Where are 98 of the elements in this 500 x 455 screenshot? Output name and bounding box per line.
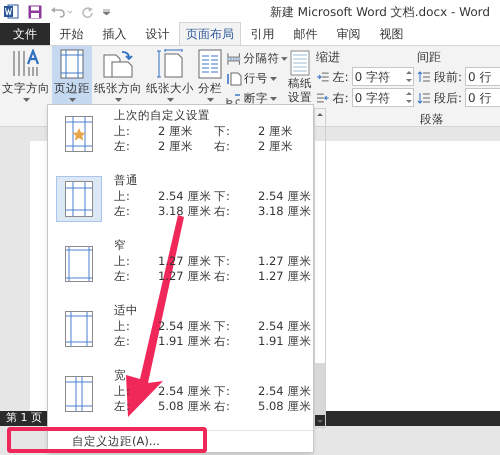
margin-value: 1.91 厘米 <box>158 334 212 350</box>
margin-label: 左: <box>114 139 131 154</box>
scroll-thumb[interactable] <box>315 363 325 415</box>
indent-heading: 缩进 <box>316 49 341 66</box>
caret-icon <box>281 57 288 61</box>
margin-label: 上: <box>114 124 131 139</box>
margin-value: 1.27 厘米 <box>258 269 312 284</box>
spacing-heading: 间距 <box>417 49 442 66</box>
spinner-field[interactable]: 0 行 <box>465 88 500 107</box>
spacing-after-icon <box>417 92 431 104</box>
margin-value: 5.08 厘米 <box>158 399 212 414</box>
margin-label: 上: <box>114 318 131 334</box>
customize-toolbar-icon[interactable] <box>103 8 110 14</box>
indent-left-icon <box>316 70 330 82</box>
margin-label: 下: <box>214 384 231 399</box>
margin-value: 2 厘米 <box>158 139 194 154</box>
preset-name: 窄 <box>114 238 127 254</box>
manuscript-paper-icon <box>290 50 310 76</box>
margin-label: 上: <box>114 254 131 269</box>
margin-value: 2.54 厘米 <box>258 188 312 204</box>
undo-icon[interactable] <box>51 6 73 18</box>
spinner-field[interactable]: 0 行 <box>465 67 500 86</box>
indent-right-icon <box>316 92 330 104</box>
margin-value: 2 厘米 <box>158 124 194 139</box>
page-margins-icon <box>60 49 84 79</box>
preset-name: 普通 <box>114 173 139 188</box>
margin-label: 左: <box>114 204 131 220</box>
margin-label: 下: <box>214 254 231 269</box>
page-count: 第 1 页 <box>6 410 42 426</box>
caret-icon <box>270 97 277 101</box>
page-margins-icon <box>65 311 93 347</box>
margin-value: 2.54 厘米 <box>258 384 312 399</box>
ribbon-tab[interactable]: 开始 <box>50 23 93 45</box>
page-orientation-icon <box>102 49 134 79</box>
spinner-label: 左: <box>332 68 349 86</box>
margin-preset[interactable]: 宽 上: 2.54 厘米 下: 2.54 厘米 左: 5.08 厘米 右: 5.08 厘米 <box>48 365 314 430</box>
margin-label: 下: <box>214 188 231 204</box>
spinner-arrows-icon <box>406 70 412 83</box>
spinner-field[interactable]: 0 字符 <box>352 88 414 107</box>
margin-value: 3.18 厘米 <box>258 204 312 220</box>
margin-value: 5.08 厘米 <box>258 399 312 414</box>
group-label: 段落 <box>420 111 444 126</box>
margin-value: 3.18 厘米 <box>158 204 212 220</box>
margin-value: 2.54 厘米 <box>258 318 312 334</box>
margin-label: 左: <box>114 334 131 350</box>
ribbon-tab[interactable]: 审阅 <box>327 23 370 45</box>
spinner-label: 右: <box>332 90 349 106</box>
margin-label: 下: <box>214 124 231 139</box>
page-break-icon <box>226 52 242 66</box>
window-title: 新建 Microsoft Word 文档.docx - Word <box>270 4 490 20</box>
margin-label: 左: <box>114 269 131 284</box>
preset-name: 适中 <box>114 303 139 318</box>
margin-label: 右: <box>214 269 231 284</box>
page-margins-icon <box>65 246 93 282</box>
page-margins-icon <box>65 181 93 217</box>
ribbon-small-button[interactable]: 分隔符 <box>226 50 288 68</box>
margin-value: 1.27 厘米 <box>258 254 312 269</box>
app-logo-icon <box>4 4 19 19</box>
spinner-arrows-icon <box>406 91 412 104</box>
spinner-field[interactable]: 0 字符 <box>352 67 414 86</box>
paper-size-icon <box>156 49 184 79</box>
ribbon-tab[interactable]: 页面布局 <box>179 22 241 45</box>
margin-label: 右: <box>214 139 231 154</box>
margin-label: 左: <box>114 399 131 414</box>
file-tab[interactable]: 文件 <box>0 23 50 45</box>
margin-label: 右: <box>214 334 231 350</box>
margin-label: 右: <box>214 399 231 414</box>
ribbon-small-button[interactable]: 行号 <box>226 70 288 88</box>
margin-value: 2 厘米 <box>258 139 294 154</box>
preset-name: 宽 <box>114 368 127 384</box>
preset-name: 上次的自定义设置 <box>114 108 211 124</box>
caret-icon <box>270 77 277 81</box>
margin-value: 2.54 厘米 <box>158 384 212 399</box>
spacing-before-icon <box>417 70 431 82</box>
spinner-label: 段前: <box>434 68 462 86</box>
margin-value: 2 厘米 <box>258 124 294 139</box>
margin-value: 2.54 厘米 <box>158 188 212 204</box>
ribbon-tab[interactable]: 视图 <box>370 23 413 45</box>
caret-icon <box>22 98 30 102</box>
custom-margins-item[interactable]: 自定义边距(A)... <box>72 432 160 450</box>
ribbon-tab[interactable]: 设计 <box>136 23 179 45</box>
margin-label: 下: <box>214 318 231 334</box>
columns-icon <box>198 49 222 79</box>
text-direction-icon <box>11 49 41 79</box>
ribbon-small-button[interactable]: 断字 <box>226 90 288 108</box>
margin-label: 上: <box>114 384 131 399</box>
page-margins-icon <box>65 376 93 412</box>
margin-label: 上: <box>114 188 131 204</box>
line-numbers-icon <box>226 72 242 86</box>
ribbon-tab[interactable]: 引用 <box>241 23 284 45</box>
ribbon-tab[interactable]: 邮件 <box>284 23 327 45</box>
margin-label: 右: <box>214 204 231 220</box>
margin-preset[interactable]: 普通 上: 2.54 厘米 下: 2.54 厘米 左: 3.18 厘米 右: 3.18 厘米 <box>48 170 314 235</box>
ribbon-tab[interactable]: 插入 <box>93 23 136 45</box>
spinner-label: 段后: <box>434 90 462 106</box>
page-margins-icon <box>65 116 93 152</box>
save-icon[interactable] <box>28 4 42 18</box>
margin-value: 1.91 厘米 <box>258 334 312 350</box>
